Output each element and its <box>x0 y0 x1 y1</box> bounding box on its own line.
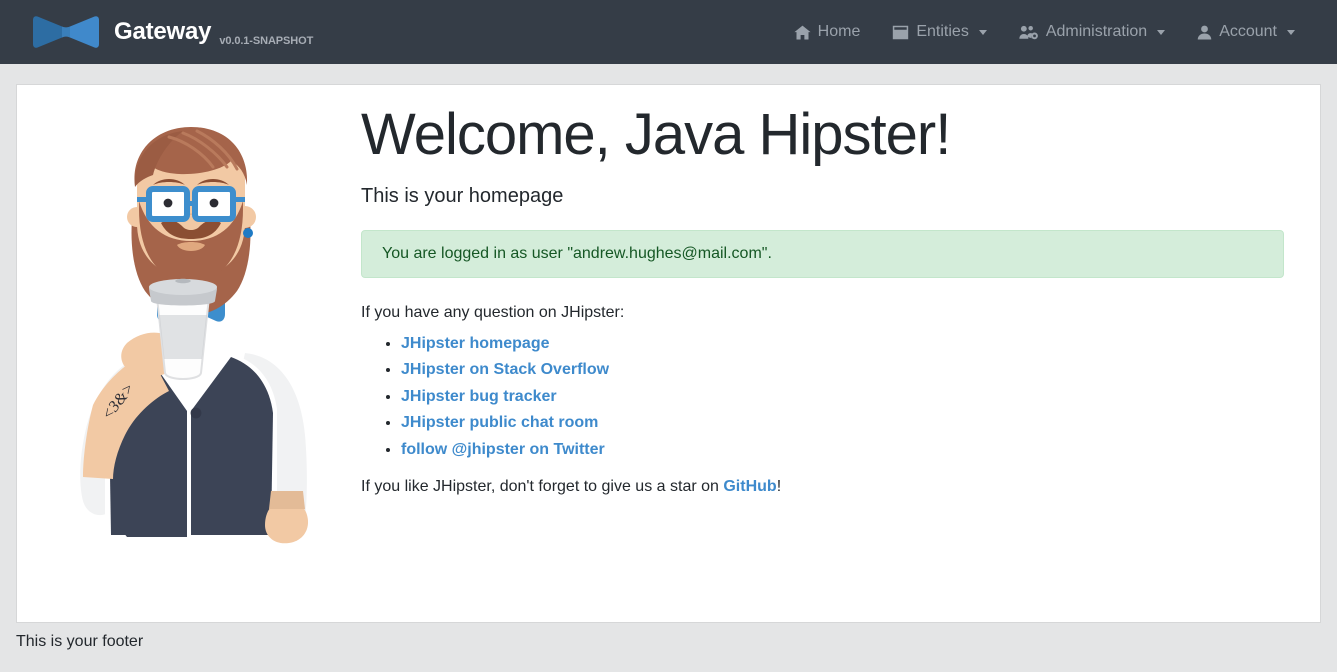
list-item: JHipster bug tracker <box>401 385 1284 410</box>
question-text: If you have any question on JHipster: <box>361 304 1284 322</box>
content-column: Welcome, Java Hipster! This is your home… <box>361 85 1320 622</box>
chevron-down-icon <box>979 30 987 35</box>
brand-logo-link[interactable]: Gateway v0.0.1-SNAPSHOT <box>0 14 313 50</box>
jhipster-links-list: JHipster homepage JHipster on Stack Over… <box>361 332 1284 463</box>
nav-item-home-label: Home <box>818 23 861 41</box>
nav-item-account[interactable]: Account <box>1183 15 1309 49</box>
brand-version-badge: v0.0.1-SNAPSHOT <box>219 35 313 50</box>
home-card: <3&> Welcome, Java Hips <box>16 84 1321 623</box>
list-item: JHipster on Stack Overflow <box>401 358 1284 383</box>
login-status-text: You are logged in as user "andrew.hughes… <box>382 245 772 262</box>
link-stack-overflow[interactable]: JHipster on Stack Overflow <box>401 361 609 378</box>
page-subtitle: This is your homepage <box>361 185 1284 208</box>
page-container: <3&> Welcome, Java Hips <box>0 64 1337 623</box>
github-star-text-after: ! <box>777 478 781 495</box>
main-navbar: Gateway v0.0.1-SNAPSHOT Home Entities <box>0 0 1337 64</box>
nav-item-entities-label: Entities <box>916 23 968 41</box>
user-icon <box>1197 25 1212 40</box>
chevron-down-icon <box>1287 30 1295 35</box>
github-star-paragraph: If you like JHipster, don't forget to gi… <box>361 478 1284 496</box>
table-icon <box>892 25 909 40</box>
chevron-down-icon <box>1157 30 1165 35</box>
link-chat-room[interactable]: JHipster public chat room <box>401 414 598 431</box>
link-jhipster-homepage[interactable]: JHipster homepage <box>401 335 549 352</box>
java-hipster-illustration-icon: <3&> <box>49 105 329 545</box>
earring <box>243 228 253 238</box>
nav-item-account-label: Account <box>1219 23 1277 41</box>
page-footer: This is your footer <box>0 623 1337 672</box>
jhipster-bowtie-logo-icon <box>30 14 102 50</box>
nav-item-administration[interactable]: Administration <box>1005 15 1179 49</box>
list-item: follow @jhipster on Twitter <box>401 438 1284 463</box>
footer-text: This is your footer <box>16 633 143 650</box>
list-item: JHipster homepage <box>401 332 1284 357</box>
link-twitter[interactable]: follow @jhipster on Twitter <box>401 441 605 458</box>
link-bug-tracker[interactable]: JHipster bug tracker <box>401 388 557 405</box>
page-title: Welcome, Java Hipster! <box>361 103 1284 167</box>
nav-item-administration-label: Administration <box>1046 23 1147 41</box>
link-github[interactable]: GitHub <box>723 478 776 495</box>
navbar-menu: Home Entities Admi <box>780 15 1323 49</box>
login-status-alert: You are logged in as user "andrew.hughes… <box>361 230 1284 278</box>
brand-title: Gateway <box>114 20 211 44</box>
users-cog-icon <box>1019 25 1039 40</box>
list-item: JHipster public chat room <box>401 411 1284 436</box>
github-star-text-before: If you like JHipster, don't forget to gi… <box>361 478 723 495</box>
nav-item-entities[interactable]: Entities <box>878 15 1000 49</box>
nav-item-home[interactable]: Home <box>780 15 875 49</box>
illustration-column: <3&> <box>17 85 361 622</box>
vest-button <box>191 408 202 419</box>
home-icon <box>794 25 811 40</box>
